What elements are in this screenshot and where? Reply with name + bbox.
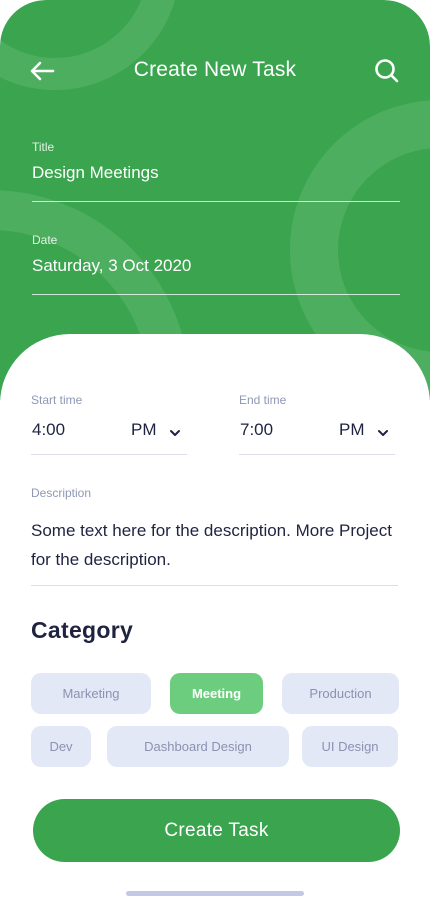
description-label: Description [31, 486, 92, 500]
category-chip-marketing[interactable]: Marketing [31, 673, 151, 714]
category-chip-dashboard-design[interactable]: Dashboard Design [107, 726, 289, 767]
title-field[interactable]: Title Design Meetings [32, 140, 400, 202]
date-input[interactable]: Saturday, 3 Oct 2020 [32, 256, 400, 280]
start-time-underline [31, 454, 187, 455]
start-time-field: Start time 4:00 PM [31, 393, 187, 455]
start-time-period[interactable]: PM [131, 420, 157, 440]
title-underline [32, 201, 400, 202]
start-time-select[interactable]: 4:00 PM [31, 420, 187, 446]
chevron-down-icon[interactable] [168, 426, 182, 440]
page-title: Create New Task [133, 58, 297, 81]
home-indicator [126, 891, 304, 896]
search-icon [375, 59, 399, 83]
title-input[interactable]: Design Meetings [32, 163, 400, 187]
category-chip-ui-design[interactable]: UI Design [302, 726, 398, 767]
chevron-down-icon[interactable] [376, 426, 390, 440]
category-chip-dev[interactable]: Dev [31, 726, 91, 767]
create-task-button[interactable]: Create Task [33, 799, 400, 862]
category-title: Category [31, 617, 134, 643]
start-time-value[interactable]: 4:00 [32, 420, 65, 440]
date-label: Date [32, 233, 58, 247]
start-time-label: Start time [31, 393, 83, 407]
title-label: Title [32, 140, 55, 154]
category-chip-meeting[interactable]: Meeting [170, 673, 263, 714]
category-chip-production[interactable]: Production [282, 673, 399, 714]
end-time-select[interactable]: 7:00 PM [239, 420, 395, 446]
create-task-screen: Create New Task Title Design Meetings Da… [0, 0, 430, 900]
date-field[interactable]: Date Saturday, 3 Oct 2020 [32, 233, 400, 295]
description-underline [31, 585, 398, 586]
end-time-field: End time 7:00 PM [239, 393, 395, 455]
end-time-label: End time [239, 393, 287, 407]
description-field: Description Some text here for the descr… [31, 486, 398, 586]
end-time-value[interactable]: 7:00 [240, 420, 273, 440]
date-underline [32, 294, 400, 295]
description-input[interactable]: Some text here for the description. More… [31, 516, 398, 574]
end-time-underline [239, 454, 395, 455]
top-bar: Create New Task [0, 48, 430, 94]
search-button[interactable] [372, 56, 402, 86]
end-time-period[interactable]: PM [339, 420, 365, 440]
